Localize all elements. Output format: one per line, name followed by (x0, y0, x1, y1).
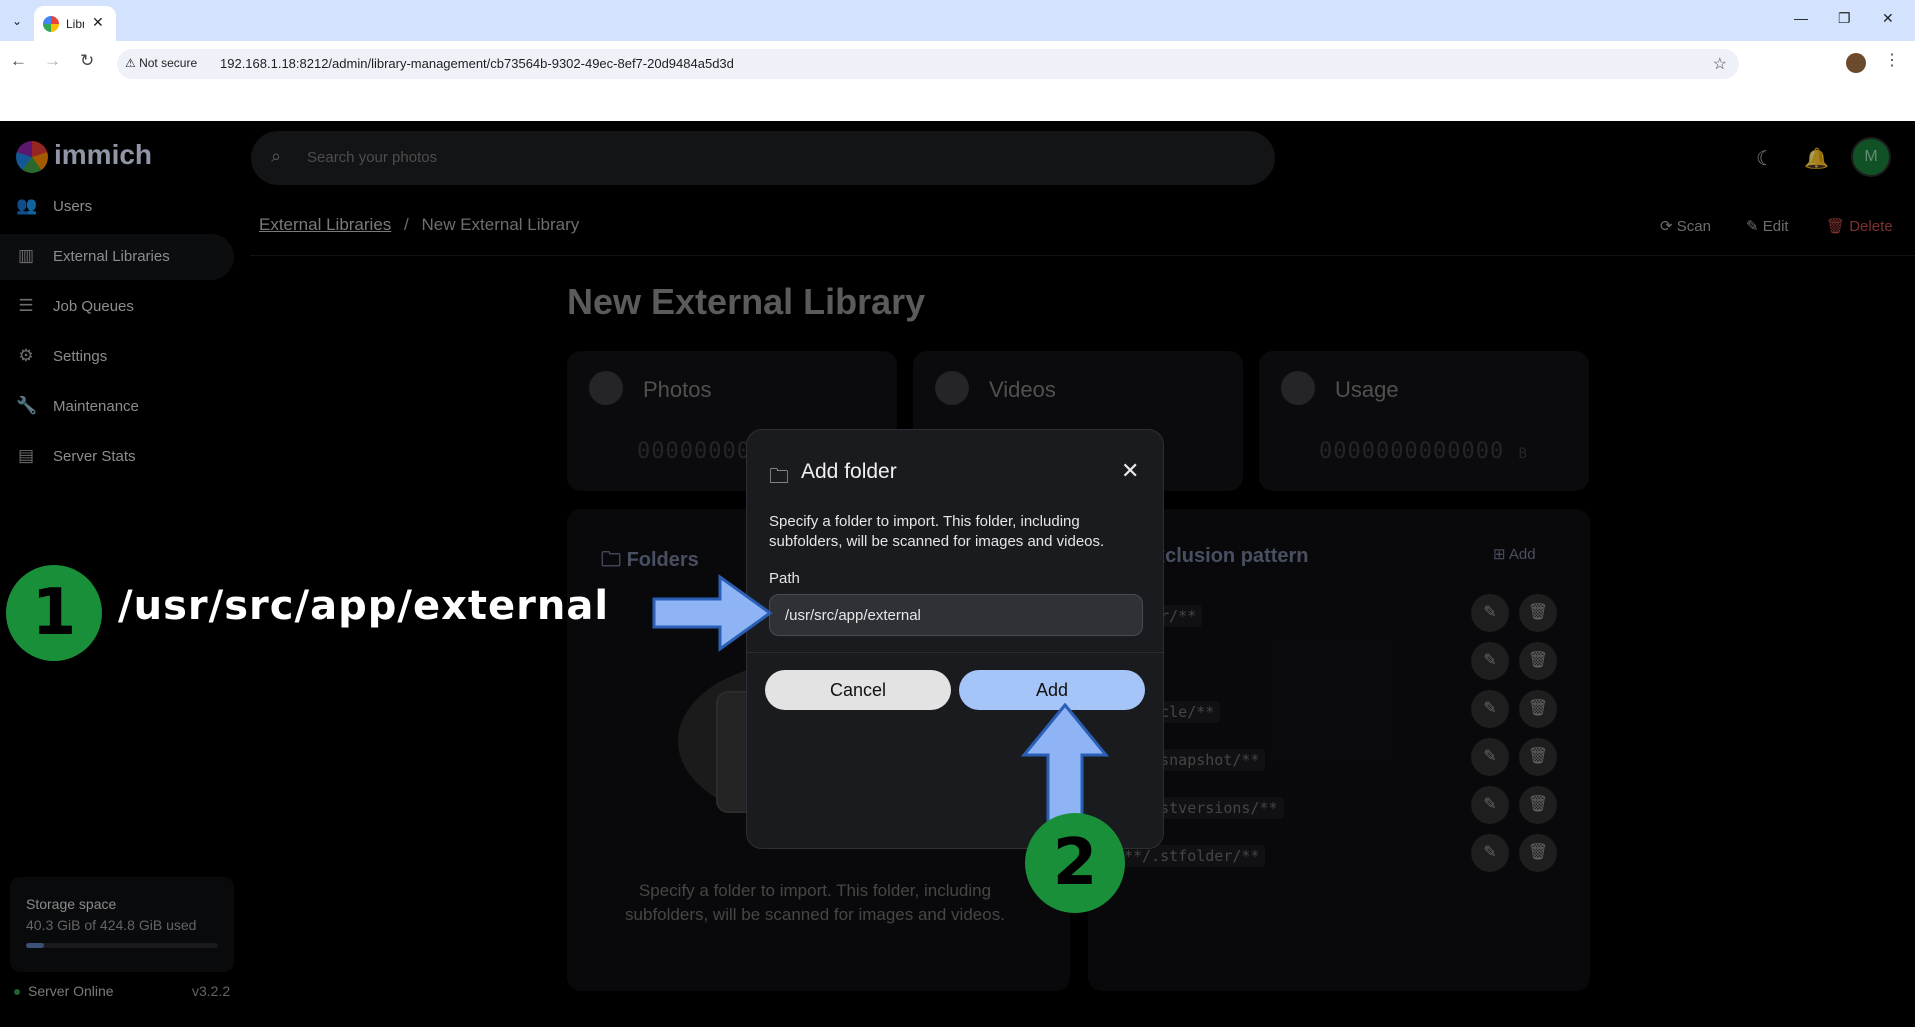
url-text[interactable]: 192.168.1.18:8212/admin/library-manageme… (220, 56, 734, 71)
step-1-badge: 1 (6, 565, 102, 661)
not-secure-label: Not secure (139, 56, 198, 70)
window-close-icon[interactable]: ✕ (1882, 10, 1894, 27)
bookmark-star-icon[interactable]: ☆ (1713, 54, 1727, 74)
step-1-path-caption: /usr/src/app/external (118, 583, 610, 629)
arrow-right-icon (652, 574, 773, 652)
reload-icon[interactable]: ↻ (80, 51, 94, 71)
browser-menu-icon[interactable]: ⋮ (1884, 50, 1900, 70)
cancel-button[interactable]: Cancel (765, 670, 951, 710)
browser-profile-avatar[interactable] (1846, 53, 1866, 73)
path-input[interactable] (769, 594, 1143, 636)
dialog-divider (747, 652, 1163, 653)
browser-toolbar: ← → ↻ ⚠ Not secure 192.168.1.18:8212/adm… (0, 41, 1915, 121)
browser-tab[interactable]: Libr ✕ (34, 6, 116, 41)
folder-sync-icon: 🗀 (769, 466, 789, 488)
tab-search-chevron-icon[interactable]: ⌄ (6, 10, 28, 32)
back-icon[interactable]: ← (10, 51, 27, 71)
step-2-badge: 2 (1025, 813, 1125, 913)
minimize-icon[interactable]: — (1794, 10, 1808, 26)
tab-close-icon[interactable]: ✕ (92, 14, 104, 31)
not-secure-indicator[interactable]: ⚠ Not secure (125, 56, 197, 70)
forward-icon[interactable]: → (44, 51, 61, 71)
address-bar[interactable]: ⚠ Not secure 192.168.1.18:8212/admin/lib… (117, 49, 1739, 79)
tab-title: Libr (66, 17, 84, 31)
dialog-title: Add folder (801, 460, 897, 483)
close-icon[interactable]: ✕ (1121, 458, 1139, 484)
restore-icon[interactable]: ❐ (1838, 10, 1851, 27)
immich-favicon-icon (43, 16, 59, 32)
dialog-description: Specify a folder to import. This folder,… (769, 513, 1105, 550)
browser-tab-bar: ⌄ Libr ✕ — ❐ ✕ (0, 0, 1915, 41)
immich-app: immich ⌕ Search your photos ☾ 🔔 M 👥 User… (0, 121, 1915, 1027)
